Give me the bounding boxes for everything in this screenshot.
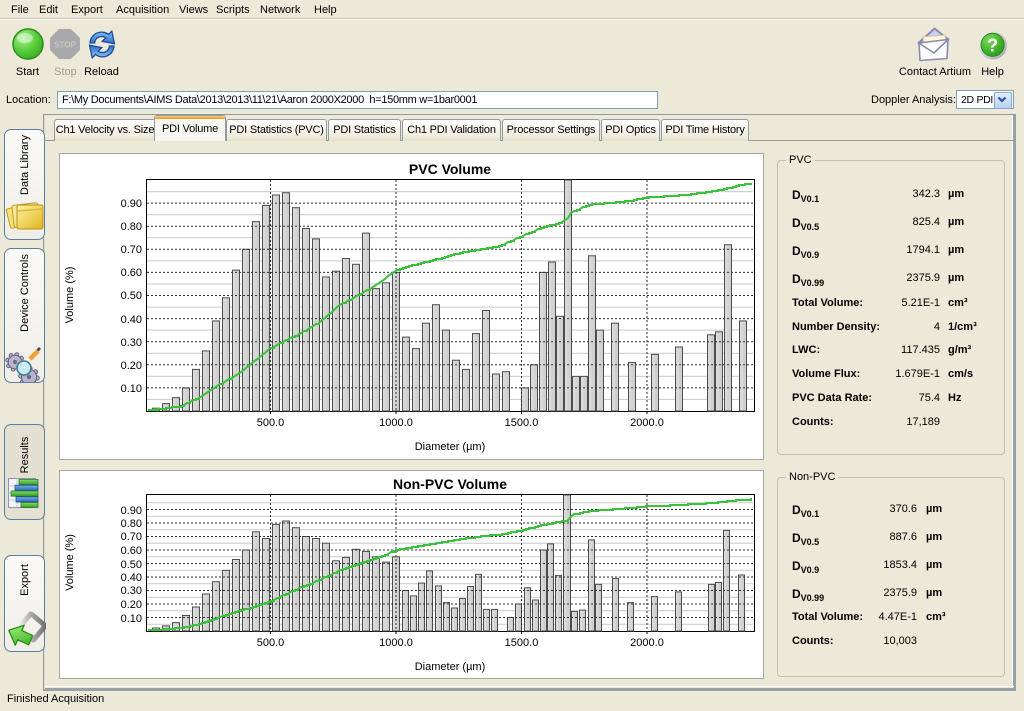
svg-text:Diameter (µm): Diameter (µm) (415, 661, 486, 673)
svg-text:500.0: 500.0 (257, 637, 285, 649)
svg-text:Non-PVC Volume: Non-PVC Volume (393, 476, 507, 492)
svg-text:1000.0: 1000.0 (379, 417, 413, 429)
svg-text:0.50: 0.50 (121, 290, 142, 302)
svg-text:0.80: 0.80 (121, 221, 142, 233)
svg-text:0.10: 0.10 (121, 383, 142, 395)
svg-text:0.20: 0.20 (121, 360, 142, 372)
svg-text:0.40: 0.40 (121, 572, 142, 584)
svg-text:0.30: 0.30 (121, 585, 142, 597)
svg-text:?: ? (987, 36, 998, 56)
svg-text:1500.0: 1500.0 (505, 417, 539, 429)
svg-text:Volume (%): Volume (%) (64, 534, 76, 591)
svg-text:STOP: STOP (54, 41, 76, 50)
svg-text:Diameter (µm): Diameter (µm) (415, 441, 486, 453)
svg-text:0.70: 0.70 (121, 244, 142, 256)
svg-text:0.40: 0.40 (121, 314, 142, 326)
svg-text:Volume (%): Volume (%) (64, 267, 76, 324)
svg-text:0.70: 0.70 (121, 531, 142, 543)
svg-text:1000.0: 1000.0 (379, 637, 413, 649)
svg-text:0.80: 0.80 (121, 518, 142, 530)
svg-text:1500.0: 1500.0 (505, 637, 539, 649)
svg-text:0.60: 0.60 (121, 267, 142, 279)
svg-text:500.0: 500.0 (257, 417, 285, 429)
svg-text:0.90: 0.90 (121, 198, 142, 210)
svg-text:0.50: 0.50 (121, 559, 142, 571)
svg-text:0.10: 0.10 (121, 613, 142, 625)
svg-text:2000.0: 2000.0 (630, 637, 664, 649)
svg-text:0.20: 0.20 (121, 599, 142, 611)
svg-text:0.90: 0.90 (121, 505, 142, 517)
svg-text:0.30: 0.30 (121, 337, 142, 349)
svg-text:0.60: 0.60 (121, 545, 142, 557)
svg-text:PVC Volume: PVC Volume (409, 161, 491, 177)
svg-text:2000.0: 2000.0 (630, 417, 664, 429)
